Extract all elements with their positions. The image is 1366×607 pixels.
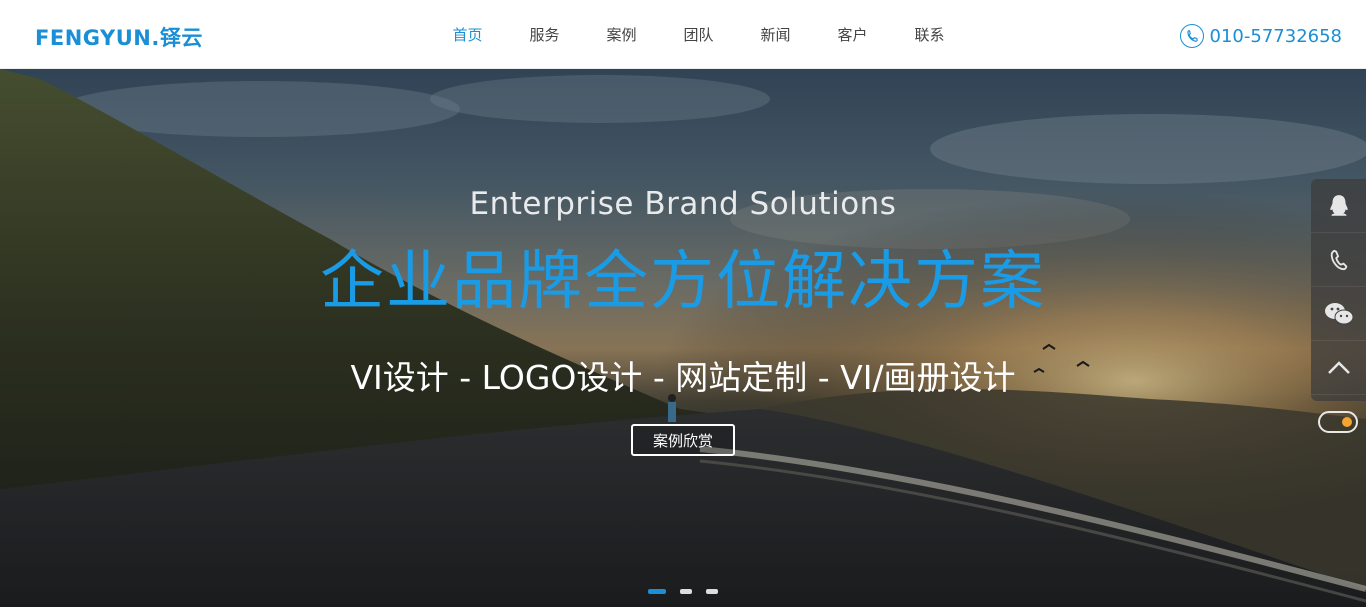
slider-dot-1[interactable] (648, 589, 666, 594)
cases-button[interactable]: 案例欣赏 (631, 424, 735, 456)
nav-item-services[interactable]: 服务 (506, 24, 583, 45)
phone-icon (1330, 249, 1347, 270)
phone-button[interactable] (1311, 233, 1366, 287)
hero-banner: Enterprise Brand Solutions 企业品牌全方位解决方案 V… (0, 69, 1366, 607)
main-nav: 首页 服务 案例 团队 新闻 客户 联系 (429, 0, 968, 69)
back-to-top-button[interactable] (1311, 341, 1366, 395)
nav-item-cases[interactable]: 案例 (583, 24, 660, 45)
nav-item-home[interactable]: 首页 (429, 24, 506, 45)
site-header: FENGYUN.铎云 首页 服务 案例 团队 新闻 客户 联系 010-5773… (0, 0, 1366, 69)
phone-number: 010-57732658 (1209, 25, 1342, 47)
slider-pagination (648, 589, 732, 594)
qq-icon (1329, 194, 1348, 216)
wechat-icon (1324, 302, 1353, 324)
theme-toggle[interactable] (1318, 411, 1358, 433)
nav-item-clients[interactable]: 客户 (814, 24, 891, 45)
hero-services-line: VI设计 - LOGO设计 - 网站定制 - VI/画册设计 (350, 358, 1016, 397)
hero-subtitle: Enterprise Brand Solutions (469, 186, 897, 222)
header-phone[interactable]: 010-57732658 (1179, 22, 1342, 50)
nav-item-team[interactable]: 团队 (660, 24, 737, 45)
toggle-knob (1342, 417, 1352, 427)
nav-item-news[interactable]: 新闻 (737, 24, 814, 45)
hero-background-image (0, 69, 1366, 607)
logo[interactable]: FENGYUN.铎云 (35, 22, 203, 50)
back-to-top-icon (1327, 360, 1350, 374)
wechat-button[interactable] (1311, 287, 1366, 341)
slider-dot-2[interactable] (680, 589, 692, 594)
hero-headline: 企业品牌全方位解决方案 (320, 245, 1046, 319)
phone-icon (1179, 24, 1204, 48)
nav-item-contact[interactable]: 联系 (891, 24, 968, 45)
qq-button[interactable] (1311, 179, 1366, 233)
slider-dot-3[interactable] (706, 589, 718, 594)
floating-toolbar (1311, 179, 1366, 401)
